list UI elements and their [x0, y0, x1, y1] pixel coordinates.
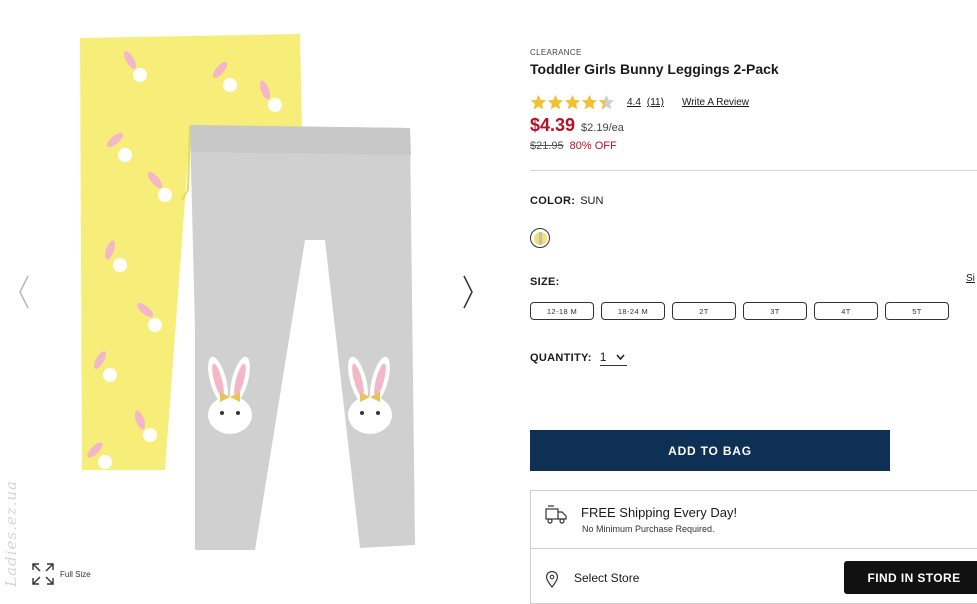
star-icon: [582, 95, 597, 110]
write-review-link[interactable]: Write A Review: [682, 97, 749, 108]
original-price: $21.95: [530, 140, 564, 152]
star-rating: [530, 94, 615, 111]
quantity-row: QUANTITY: 1: [530, 350, 628, 366]
size-option-5t[interactable]: 5T: [885, 302, 949, 320]
chevron-down-icon: [616, 354, 626, 360]
swatch-fill: [533, 231, 547, 245]
rating-value[interactable]: 4.4: [627, 97, 641, 108]
expand-icon: [32, 563, 54, 585]
size-option-3t[interactable]: 3T: [743, 302, 807, 320]
star-icon: [548, 95, 563, 110]
size-label: SIZE:: [530, 276, 560, 288]
location-pin-icon: [545, 571, 559, 588]
color-swatch-sun[interactable]: [530, 228, 550, 248]
product-image[interactable]: [70, 30, 430, 555]
sale-price: $4.39: [530, 115, 576, 135]
star-icon: [599, 95, 614, 110]
previous-image-arrow-icon[interactable]: [14, 272, 34, 312]
fulfillment-box: FREE Shipping Every Day! No Minimum Purc…: [530, 490, 977, 604]
review-count[interactable]: (11): [647, 97, 664, 108]
size-guide-link[interactable]: Si: [966, 273, 975, 284]
star-icon: [531, 95, 546, 110]
full-size-button[interactable]: Full Size: [32, 563, 91, 585]
size-option-18-24m[interactable]: 18-24 M: [601, 302, 665, 320]
price-row: $4.39 $2.19/ea: [530, 115, 624, 136]
unit-price: $2.19/ea: [581, 122, 624, 134]
full-size-label: Full Size: [60, 569, 91, 579]
quantity-value: 1: [599, 350, 607, 364]
color-label: COLOR:: [530, 195, 576, 207]
next-image-arrow-icon[interactable]: [458, 272, 478, 312]
color-selection-label: COLOR: SUN: [530, 195, 603, 207]
divider: [530, 170, 977, 171]
quantity-label: QUANTITY:: [530, 352, 592, 364]
shipping-title: FREE Shipping Every Day!: [581, 505, 738, 520]
product-title: Toddler Girls Bunny Leggings 2-Pack: [530, 61, 779, 77]
product-info: CLEARANCE Toddler Girls Bunny Leggings 2…: [530, 0, 977, 604]
store-row: Select Store FIND IN STORE: [531, 549, 977, 604]
watermark: Ladies.ez.ua: [2, 480, 20, 587]
clearance-label: CLEARANCE: [530, 48, 582, 57]
size-option-12-18m[interactable]: 12-18 M: [530, 302, 594, 320]
quantity-select[interactable]: 1: [599, 350, 628, 366]
shipping-subtitle: No Minimum Purchase Required.: [582, 524, 715, 534]
color-value: SUN: [580, 195, 604, 207]
product-gallery: Full Size Ladies.ez.ua: [0, 0, 500, 604]
rating-row: 4.4 (11) Write A Review: [530, 94, 749, 111]
find-in-store-button[interactable]: FIND IN STORE: [844, 561, 977, 594]
size-options: 12-18 M 18-24 M 2T 3T 4T 5T: [530, 302, 949, 320]
truck-icon: [545, 505, 567, 524]
shipping-row: FREE Shipping Every Day! No Minimum Purc…: [531, 491, 977, 549]
discount-badge: 80% OFF: [569, 140, 617, 152]
size-option-4t[interactable]: 4T: [814, 302, 878, 320]
select-store-link[interactable]: Select Store: [574, 571, 639, 585]
add-to-bag-button[interactable]: ADD TO BAG: [530, 430, 890, 471]
star-icon: [565, 95, 580, 110]
original-price-row: $21.95 80% OFF: [530, 140, 617, 152]
size-option-2t[interactable]: 2T: [672, 302, 736, 320]
